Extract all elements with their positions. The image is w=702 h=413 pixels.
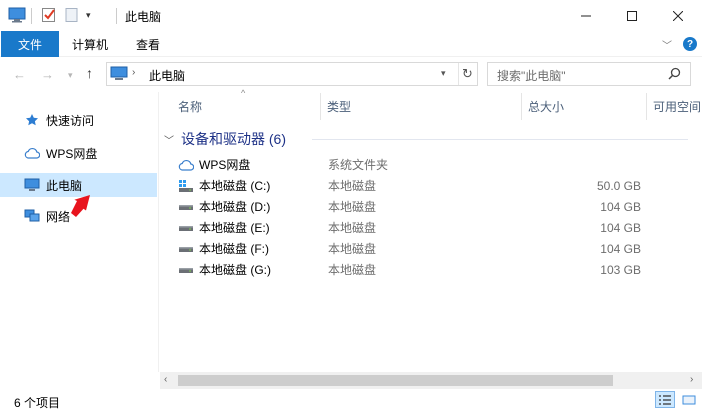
ribbon-expand-icon[interactable]: ﹀	[662, 37, 672, 52]
cloud-icon	[24, 145, 40, 161]
drive-icon	[178, 262, 194, 278]
column-header-total-size[interactable]: 总大小	[528, 93, 643, 120]
item-size: 103 GB	[600, 262, 641, 277]
status-item-count: 6 个项目	[14, 396, 61, 410]
item-name: 本地磁盘 (C:)	[199, 179, 271, 193]
system-drive-icon	[178, 178, 194, 194]
sidebar-item-label: 此电脑	[46, 178, 83, 193]
up-icon[interactable]: ↑	[86, 65, 93, 81]
sidebar-item-label: 网络	[46, 209, 71, 224]
close-icon	[673, 10, 683, 21]
computer-icon	[8, 7, 26, 26]
scrollbar-thumb[interactable]	[178, 375, 613, 386]
computer-icon	[24, 177, 40, 193]
details-view-icon	[659, 394, 671, 405]
item-size: 50.0 GB	[596, 178, 641, 193]
back-icon[interactable]: ←	[13, 67, 26, 82]
breadcrumb-separator-icon[interactable]: ›	[132, 67, 135, 78]
star-icon	[24, 112, 40, 128]
item-name: 本地磁盘 (D:)	[199, 200, 271, 214]
list-item-drive-f[interactable]: 本地磁盘 (F:) 本地磁盘 104 GB	[178, 238, 648, 259]
list-item-drive-e[interactable]: 本地磁盘 (E:) 本地磁盘 104 GB	[178, 217, 648, 238]
minimize-icon	[581, 15, 591, 16]
new-folder-icon[interactable]	[64, 7, 80, 26]
item-type: 系统文件夹	[328, 158, 389, 172]
item-size: 104 GB	[600, 199, 641, 214]
ribbon: 文件 计算机 查看 ﹀ ?	[0, 31, 702, 57]
title-bar: ▾ 此电脑	[0, 0, 702, 31]
scroll-left-icon[interactable]: ‹	[164, 374, 167, 385]
sidebar-item-quick-access[interactable]: 快速访问	[0, 109, 157, 131]
item-type: 本地磁盘	[328, 200, 377, 214]
window-title: 此电脑	[125, 10, 162, 24]
divider	[116, 8, 117, 24]
computer-icon	[110, 66, 128, 85]
list-item-drive-c[interactable]: 本地磁盘 (C:) 本地磁盘 50.0 GB	[178, 175, 648, 196]
column-header-type[interactable]: 类型	[327, 93, 517, 120]
drive-icon	[178, 199, 194, 215]
column-header-name[interactable]: 名称	[178, 93, 318, 120]
minimize-button[interactable]	[563, 0, 609, 31]
group-divider	[312, 139, 688, 140]
list-item-drive-d[interactable]: 本地磁盘 (D:) 本地磁盘 104 GB	[178, 196, 648, 217]
address-bar[interactable]: › 此电脑 ▾ ↻	[106, 62, 478, 86]
list-item-wps-drive[interactable]: WPS网盘 系统文件夹	[178, 154, 648, 175]
close-button[interactable]	[655, 0, 701, 31]
item-type: 本地磁盘	[328, 242, 377, 256]
item-type: 本地磁盘	[328, 179, 377, 193]
search-icon[interactable]	[668, 67, 681, 83]
pane-splitter[interactable]	[158, 92, 159, 372]
group-title: 设备和驱动器 (6)	[181, 131, 286, 147]
sidebar-item-label: WPS网盘	[46, 146, 98, 161]
drive-icon	[178, 241, 194, 257]
item-name: 本地磁盘 (G:)	[199, 263, 271, 277]
item-size: 104 GB	[600, 241, 641, 256]
group-header[interactable]: ﹀ 设备和驱动器 (6)	[164, 129, 286, 149]
help-icon[interactable]: ?	[683, 37, 697, 51]
maximize-icon	[627, 10, 637, 21]
tab-file[interactable]: 文件	[1, 31, 59, 57]
column-divider[interactable]	[320, 93, 321, 120]
recent-locations-icon[interactable]: ▾	[68, 70, 73, 81]
tab-view[interactable]: 查看	[122, 31, 174, 57]
item-name: 本地磁盘 (E:)	[199, 221, 270, 235]
item-name: WPS网盘	[199, 158, 251, 172]
sidebar-item-label: 快速访问	[46, 113, 95, 128]
scroll-right-icon[interactable]: ›	[690, 374, 693, 385]
column-header-free-space[interactable]: 可用空间	[653, 93, 702, 120]
details-view-button[interactable]	[655, 391, 675, 408]
address-dropdown-icon[interactable]: ▾	[441, 68, 446, 79]
item-type: 本地磁盘	[328, 221, 377, 235]
annotation-arrow-icon	[68, 193, 94, 220]
customize-toolbar-icon[interactable]: ▾	[86, 10, 91, 21]
large-icons-view-icon	[682, 395, 696, 404]
breadcrumb[interactable]: 此电脑	[149, 67, 185, 84]
column-divider[interactable]	[646, 93, 647, 120]
maximize-button[interactable]	[609, 0, 655, 31]
item-name: 本地磁盘 (F:)	[199, 242, 269, 256]
search-box[interactable]: 搜索"此电脑"	[487, 62, 691, 86]
column-divider[interactable]	[521, 93, 522, 120]
divider	[458, 63, 459, 85]
item-type: 本地磁盘	[328, 263, 377, 277]
network-icon	[24, 208, 40, 224]
drive-icon	[178, 220, 194, 236]
refresh-icon[interactable]: ↻	[462, 66, 473, 82]
forward-icon[interactable]: →	[41, 67, 54, 82]
tab-computer[interactable]: 计算机	[62, 31, 118, 57]
item-size: 104 GB	[600, 220, 641, 235]
large-icons-view-button[interactable]	[679, 391, 699, 408]
list-item-drive-g[interactable]: 本地磁盘 (G:) 本地磁盘 103 GB	[178, 259, 648, 280]
sidebar-item-wps-drive[interactable]: WPS网盘	[0, 142, 157, 164]
search-input[interactable]: 搜索"此电脑"	[497, 67, 566, 84]
properties-icon[interactable]	[41, 7, 57, 26]
collapse-chevron-icon[interactable]: ﹀	[164, 132, 174, 147]
cloud-icon	[178, 157, 194, 173]
divider	[31, 8, 32, 24]
